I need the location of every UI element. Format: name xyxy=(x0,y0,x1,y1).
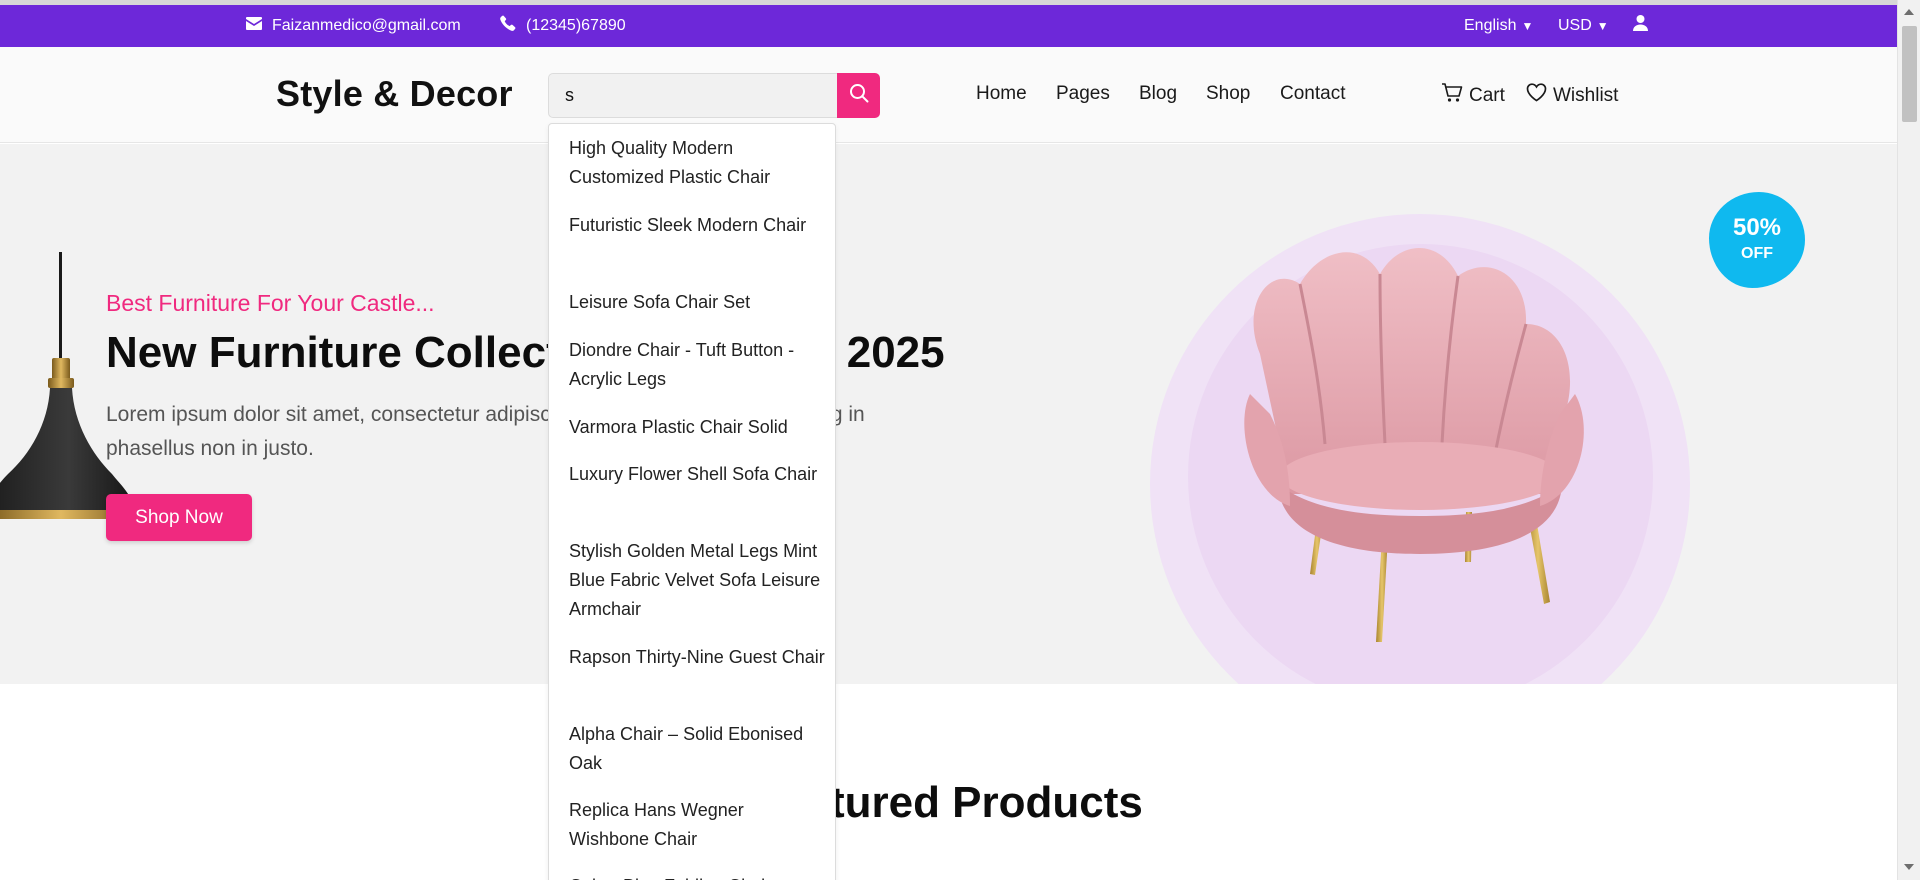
hero-banner: Best Furniture For Your Castle... New Fu… xyxy=(0,144,1897,684)
shop-now-button[interactable]: Shop Now xyxy=(106,494,252,541)
nav-home[interactable]: Home xyxy=(976,83,1027,105)
page-scrollbar[interactable] xyxy=(1897,0,1920,880)
email-text: Faizanmedico@gmail.com xyxy=(272,16,461,34)
wishlist-link[interactable]: Wishlist xyxy=(1526,83,1618,108)
suggestion-item[interactable]: Leisure Sofa Chair Set xyxy=(569,288,827,317)
hero-subtitle: Best Furniture For Your Castle... xyxy=(106,290,435,316)
wishlist-label: Wishlist xyxy=(1553,84,1619,106)
caret-down-icon: ▼ xyxy=(1521,18,1534,33)
user-account-button[interactable] xyxy=(1633,4,1648,47)
currency-select[interactable]: USD ▼ xyxy=(1558,4,1609,47)
suggestion-item[interactable]: High Quality Modern Customized Plastic C… xyxy=(569,134,827,192)
suggestion-item[interactable]: Varmora Plastic Chair Solid xyxy=(569,413,827,442)
search-input[interactable] xyxy=(548,73,838,118)
envelope-icon xyxy=(246,16,262,35)
currency-value: USD xyxy=(1558,16,1592,34)
featured-products-heading: Featured Products xyxy=(754,778,1143,827)
nav-shop[interactable]: Shop xyxy=(1206,83,1250,105)
scrollbar-thumb[interactable] xyxy=(1902,26,1917,122)
suggestion-item[interactable]: Alpha Chair – Solid Ebonised Oak xyxy=(569,720,827,778)
nav-blog[interactable]: Blog xyxy=(1139,83,1177,105)
contact-email[interactable]: Faizanmedico@gmail.com xyxy=(246,4,461,47)
window-top-border xyxy=(0,0,1920,5)
scroll-up-arrow-icon[interactable] xyxy=(1904,9,1914,15)
top-bar: Faizanmedico@gmail.com (12345)67890 Engl… xyxy=(0,4,1897,47)
phone-icon xyxy=(500,15,516,36)
suggestion-item[interactable]: Luxury Flower Shell Sofa Chair xyxy=(569,460,827,489)
suggestion-item[interactable]: Cobra Blue Folding Chair xyxy=(569,872,827,880)
language-value: English xyxy=(1464,16,1517,34)
heart-icon xyxy=(1526,83,1547,108)
suggestion-item[interactable]: Rapson Thirty-Nine Guest Chair xyxy=(569,643,827,672)
discount-off-label: OFF xyxy=(1741,245,1773,262)
site-header: Style & Decor Home Pages Blog Shop Conta… xyxy=(0,47,1897,143)
page-viewport: Faizanmedico@gmail.com (12345)67890 Engl… xyxy=(0,0,1897,880)
site-logo[interactable]: Style & Decor xyxy=(276,73,513,115)
contact-phone[interactable]: (12345)67890 xyxy=(500,4,626,47)
search-button[interactable] xyxy=(837,73,880,118)
caret-down-icon: ▼ xyxy=(1596,18,1609,33)
discount-percent: 50% xyxy=(1732,214,1782,241)
nav-contact[interactable]: Contact xyxy=(1280,83,1345,105)
suggestion-item[interactable]: Diondre Chair - Tuft Button - Acrylic Le… xyxy=(569,336,827,394)
search-icon xyxy=(849,83,869,108)
search-suggestions-dropdown: High Quality Modern Customized Plastic C… xyxy=(548,123,836,880)
discount-badge: 50% OFF xyxy=(1709,192,1805,288)
suggestion-item[interactable]: Futuristic Sleek Modern Chair xyxy=(569,211,827,240)
cart-link[interactable]: Cart xyxy=(1441,83,1505,109)
scroll-down-arrow-icon[interactable] xyxy=(1904,864,1914,870)
user-icon xyxy=(1633,15,1648,36)
pink-armchair-image xyxy=(1244,247,1584,642)
cart-label: Cart xyxy=(1469,85,1505,106)
suggestion-item[interactable]: Replica Hans Wegner Wishbone Chair xyxy=(569,796,827,854)
search-bar xyxy=(548,73,880,118)
suggestion-item[interactable]: Stylish Golden Metal Legs Mint Blue Fabr… xyxy=(569,537,827,624)
nav-pages[interactable]: Pages xyxy=(1056,83,1110,105)
cart-icon xyxy=(1441,83,1463,109)
language-select[interactable]: English ▼ xyxy=(1464,4,1533,47)
phone-text: (12345)67890 xyxy=(526,16,626,34)
